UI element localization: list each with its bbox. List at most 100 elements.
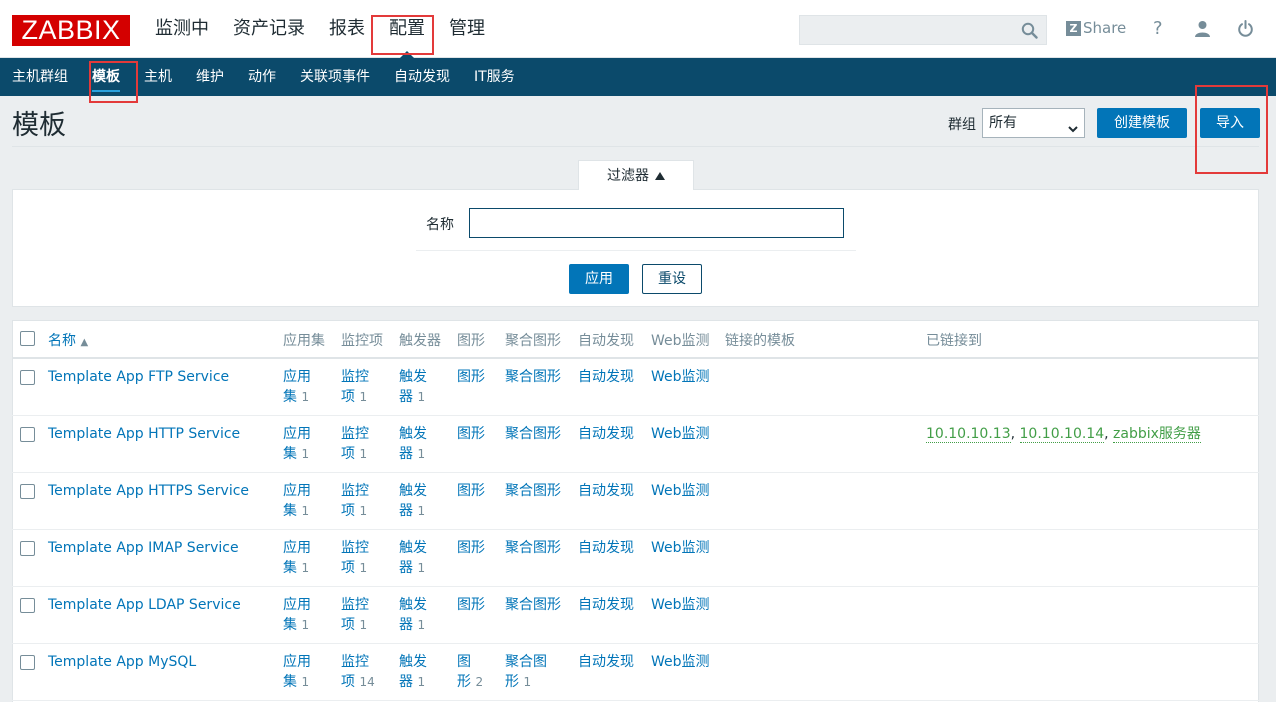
graphs-link[interactable]: 图形 bbox=[457, 481, 485, 501]
sub-nav-actions[interactable]: 动作 bbox=[236, 58, 288, 96]
discovery-link[interactable]: 自动发现 bbox=[578, 595, 634, 615]
web-link[interactable]: Web监测 bbox=[651, 652, 710, 672]
triggers-link[interactable]: 触发器 1 bbox=[399, 424, 427, 464]
filter-tab[interactable]: 过滤器 bbox=[578, 160, 694, 190]
discovery-link[interactable]: 自动发现 bbox=[578, 538, 634, 558]
row-checkbox[interactable] bbox=[20, 598, 35, 613]
template-name-link[interactable]: Template App HTTP Service bbox=[48, 424, 240, 444]
web-link[interactable]: Web监测 bbox=[651, 595, 710, 615]
import-button[interactable]: 导入 bbox=[1200, 108, 1260, 138]
discovery-link[interactable]: 自动发现 bbox=[578, 367, 634, 387]
sub-nav-event-correlation[interactable]: 关联项事件 bbox=[288, 58, 382, 96]
applications-link[interactable]: 应用集 1 bbox=[283, 652, 311, 692]
screens-link[interactable]: 聚合图形 bbox=[505, 424, 561, 444]
graphs-link[interactable]: 图形 bbox=[457, 595, 485, 615]
web-link[interactable]: Web监测 bbox=[651, 538, 710, 558]
global-search[interactable] bbox=[799, 15, 1047, 45]
screens-link[interactable]: 聚合图形 bbox=[505, 367, 561, 387]
graphs-link[interactable]: 图形 2 bbox=[457, 652, 483, 692]
screens-link-label: 聚合图形 bbox=[505, 483, 561, 499]
template-name-link[interactable]: Template App LDAP Service bbox=[48, 595, 241, 615]
items-link[interactable]: 监控项 1 bbox=[341, 424, 369, 464]
triggers-link[interactable]: 触发器 1 bbox=[399, 538, 427, 578]
items-link-label: 监控 bbox=[341, 654, 369, 670]
screens-link[interactable]: 聚合图形 1 bbox=[505, 652, 547, 692]
screens-link[interactable]: 聚合图形 bbox=[505, 538, 561, 558]
linked-host-link[interactable]: zabbix服务器 bbox=[1113, 426, 1201, 443]
triggers-link[interactable]: 触发器 1 bbox=[399, 652, 427, 692]
main-nav-inventory[interactable]: 资产记录 bbox=[221, 0, 317, 58]
filter-name-label: 名称 bbox=[426, 217, 454, 233]
user-profile-icon[interactable] bbox=[1194, 20, 1211, 41]
help-icon[interactable]: ? bbox=[1153, 18, 1163, 39]
items-link-count: 1 bbox=[359, 504, 368, 518]
items-link[interactable]: 监控项 1 bbox=[341, 367, 369, 407]
applications-link[interactable]: 应用集 1 bbox=[283, 538, 311, 578]
discovery-link[interactable]: 自动发现 bbox=[578, 481, 634, 501]
template-name-link[interactable]: Template App FTP Service bbox=[48, 367, 229, 387]
row-checkbox[interactable] bbox=[20, 427, 35, 442]
items-link[interactable]: 监控项 1 bbox=[341, 595, 369, 635]
sub-nav-discovery[interactable]: 自动发现 bbox=[382, 58, 462, 96]
row-checkbox[interactable] bbox=[20, 541, 35, 556]
applications-link[interactable]: 应用集 1 bbox=[283, 595, 311, 635]
search-icon[interactable] bbox=[1021, 22, 1038, 43]
sub-nav-maintenance[interactable]: 维护 bbox=[184, 58, 236, 96]
items-link[interactable]: 监控项 1 bbox=[341, 481, 369, 521]
graphs-link[interactable]: 图形 bbox=[457, 424, 485, 444]
zabbix-logo[interactable]: ZABBIX bbox=[12, 15, 130, 46]
applications-link[interactable]: 应用集 1 bbox=[283, 367, 311, 407]
main-nav-reports[interactable]: 报表 bbox=[317, 0, 377, 58]
filter-apply-button[interactable]: 应用 bbox=[569, 264, 629, 294]
sub-nav-templates[interactable]: 模板 bbox=[80, 58, 132, 96]
linked-host-link[interactable]: 10.10.10.13 bbox=[926, 426, 1011, 443]
screens-link[interactable]: 聚合图形 bbox=[505, 595, 561, 615]
applications-link-label: 应用 bbox=[283, 369, 311, 385]
triggers-link[interactable]: 触发器 1 bbox=[399, 481, 427, 521]
template-name-link[interactable]: Template App HTTPS Service bbox=[48, 481, 249, 501]
filter-panel bbox=[12, 189, 1259, 307]
filter-name-input[interactable] bbox=[469, 208, 844, 238]
applications-link-label-cont: 集 bbox=[283, 617, 297, 633]
group-select[interactable]: 所有 bbox=[982, 108, 1085, 138]
main-nav-configuration[interactable]: 配置 bbox=[377, 0, 437, 58]
row-divider bbox=[12, 529, 1259, 530]
graphs-link[interactable]: 图形 bbox=[457, 538, 485, 558]
column-header-name[interactable]: 名称 ▲ bbox=[48, 330, 88, 350]
graphs-link[interactable]: 图形 bbox=[457, 367, 485, 387]
applications-link[interactable]: 应用集 1 bbox=[283, 424, 311, 464]
column-header-web: Web监测 bbox=[651, 333, 710, 349]
discovery-link[interactable]: 自动发现 bbox=[578, 652, 634, 672]
row-checkbox[interactable] bbox=[20, 484, 35, 499]
sub-nav-it-services[interactable]: IT服务 bbox=[462, 58, 527, 96]
triggers-link[interactable]: 触发器 1 bbox=[399, 595, 427, 635]
triggers-link-label-cont: 器 bbox=[399, 617, 413, 633]
create-template-button[interactable]: 创建模板 bbox=[1097, 108, 1187, 138]
items-link[interactable]: 监控项 1 bbox=[341, 538, 369, 578]
row-checkbox[interactable] bbox=[20, 370, 35, 385]
screens-link[interactable]: 聚合图形 bbox=[505, 481, 561, 501]
items-link[interactable]: 监控项 14 bbox=[341, 652, 375, 692]
main-nav-monitoring[interactable]: 监测中 bbox=[143, 0, 221, 58]
sub-nav-host-groups[interactable]: 主机群组 bbox=[0, 58, 80, 96]
main-nav-administration[interactable]: 管理 bbox=[437, 0, 497, 58]
discovery-link[interactable]: 自动发现 bbox=[578, 424, 634, 444]
sub-nav-hosts[interactable]: 主机 bbox=[132, 58, 184, 96]
select-all-checkbox[interactable] bbox=[20, 331, 35, 346]
applications-link-count: 1 bbox=[301, 561, 310, 575]
web-link[interactable]: Web监测 bbox=[651, 367, 710, 387]
search-input[interactable] bbox=[800, 16, 1046, 44]
group-label: 群组 bbox=[948, 117, 976, 133]
applications-link[interactable]: 应用集 1 bbox=[283, 481, 311, 521]
row-checkbox[interactable] bbox=[20, 655, 35, 670]
template-name-link[interactable]: Template App IMAP Service bbox=[48, 538, 239, 558]
triggers-link[interactable]: 触发器 1 bbox=[399, 367, 427, 407]
web-link[interactable]: Web监测 bbox=[651, 481, 710, 501]
web-link[interactable]: Web监测 bbox=[651, 424, 710, 444]
sign-out-icon[interactable] bbox=[1237, 20, 1254, 41]
template-name-link[interactable]: Template App MySQL bbox=[48, 652, 196, 672]
filter-reset-button[interactable]: 重设 bbox=[642, 264, 702, 294]
share-link[interactable]: Z Share bbox=[1066, 19, 1126, 37]
linked-host-link[interactable]: 10.10.10.14 bbox=[1019, 426, 1105, 443]
share-label: Share bbox=[1083, 19, 1127, 37]
